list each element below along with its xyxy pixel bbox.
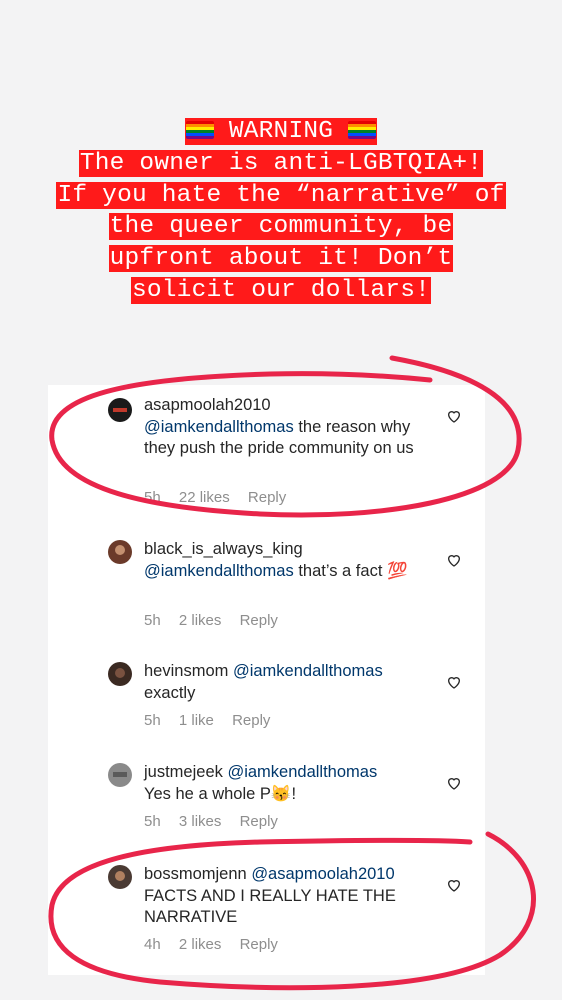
avatar[interactable] — [108, 540, 132, 564]
comment-time: 5h — [144, 612, 161, 629]
comment-username[interactable]: bossmomjenn — [144, 865, 247, 883]
warning-line: The owner is anti-LGBTQIA+! — [78, 149, 484, 177]
reply-button[interactable]: Reply — [248, 489, 286, 506]
avatar[interactable] — [108, 398, 132, 422]
comment-likes[interactable]: 22 likes — [179, 489, 230, 506]
reply-button[interactable]: Reply — [240, 936, 278, 953]
comment-likes[interactable]: 3 likes — [179, 813, 222, 830]
comment-mention[interactable]: @iamkendallthomas — [144, 418, 294, 436]
comment-time: 4h — [144, 936, 161, 953]
heart-icon[interactable] — [446, 674, 462, 690]
rainbow-flag-icon — [185, 121, 214, 139]
warning-line: upfront about it! Don’t — [108, 245, 454, 273]
comment-text: FACTS AND I REALLY HATE THE NARRATIVE — [144, 886, 396, 927]
comment-time: 5h — [144, 813, 161, 830]
comment-username[interactable]: hevinsmom — [144, 662, 228, 680]
warning-title: WARNING — [228, 118, 334, 145]
warning-line: If you hate the “narrative” of — [56, 181, 506, 209]
reply-button[interactable]: Reply — [232, 712, 270, 729]
reply-button[interactable]: Reply — [240, 612, 278, 629]
comment-likes[interactable]: 2 likes — [179, 612, 222, 629]
comment-likes[interactable]: 1 like — [179, 712, 214, 729]
comment-mention[interactable]: @iamkendallthomas — [233, 662, 383, 680]
comment-username[interactable]: justmejeek — [144, 763, 223, 781]
comment-mention[interactable]: @iamkendallthomas — [144, 562, 294, 580]
rainbow-flag-icon — [348, 121, 377, 139]
warning-line: solicit our dollars! — [130, 276, 432, 304]
comment-username[interactable]: asapmoolah2010 — [144, 396, 271, 414]
heart-icon[interactable] — [446, 408, 462, 424]
comment-username[interactable]: black_is_always_king — [144, 540, 303, 558]
comment-time: 5h — [144, 489, 161, 506]
comment-mention[interactable]: @asapmoolah2010 — [251, 865, 394, 883]
warning-line: the queer community, be — [108, 213, 454, 241]
comment-likes[interactable]: 2 likes — [179, 936, 222, 953]
avatar[interactable] — [108, 763, 132, 787]
avatar[interactable] — [108, 865, 132, 889]
heart-icon[interactable] — [446, 775, 462, 791]
reply-button[interactable]: Reply — [240, 813, 278, 830]
heart-icon[interactable] — [446, 552, 462, 568]
comment-text: Yes he a whole P😽! — [144, 784, 297, 803]
warning-banner: WARNING The owner is anti-LGBTQIA+! If y… — [0, 116, 562, 307]
comment-mention[interactable]: @iamkendallthomas — [227, 763, 377, 781]
comment-time: 5h — [144, 712, 161, 729]
comment-text: exactly — [144, 683, 196, 702]
avatar[interactable] — [108, 662, 132, 686]
heart-icon[interactable] — [446, 877, 462, 893]
comment-text: that’s a fact 💯 — [293, 561, 408, 580]
